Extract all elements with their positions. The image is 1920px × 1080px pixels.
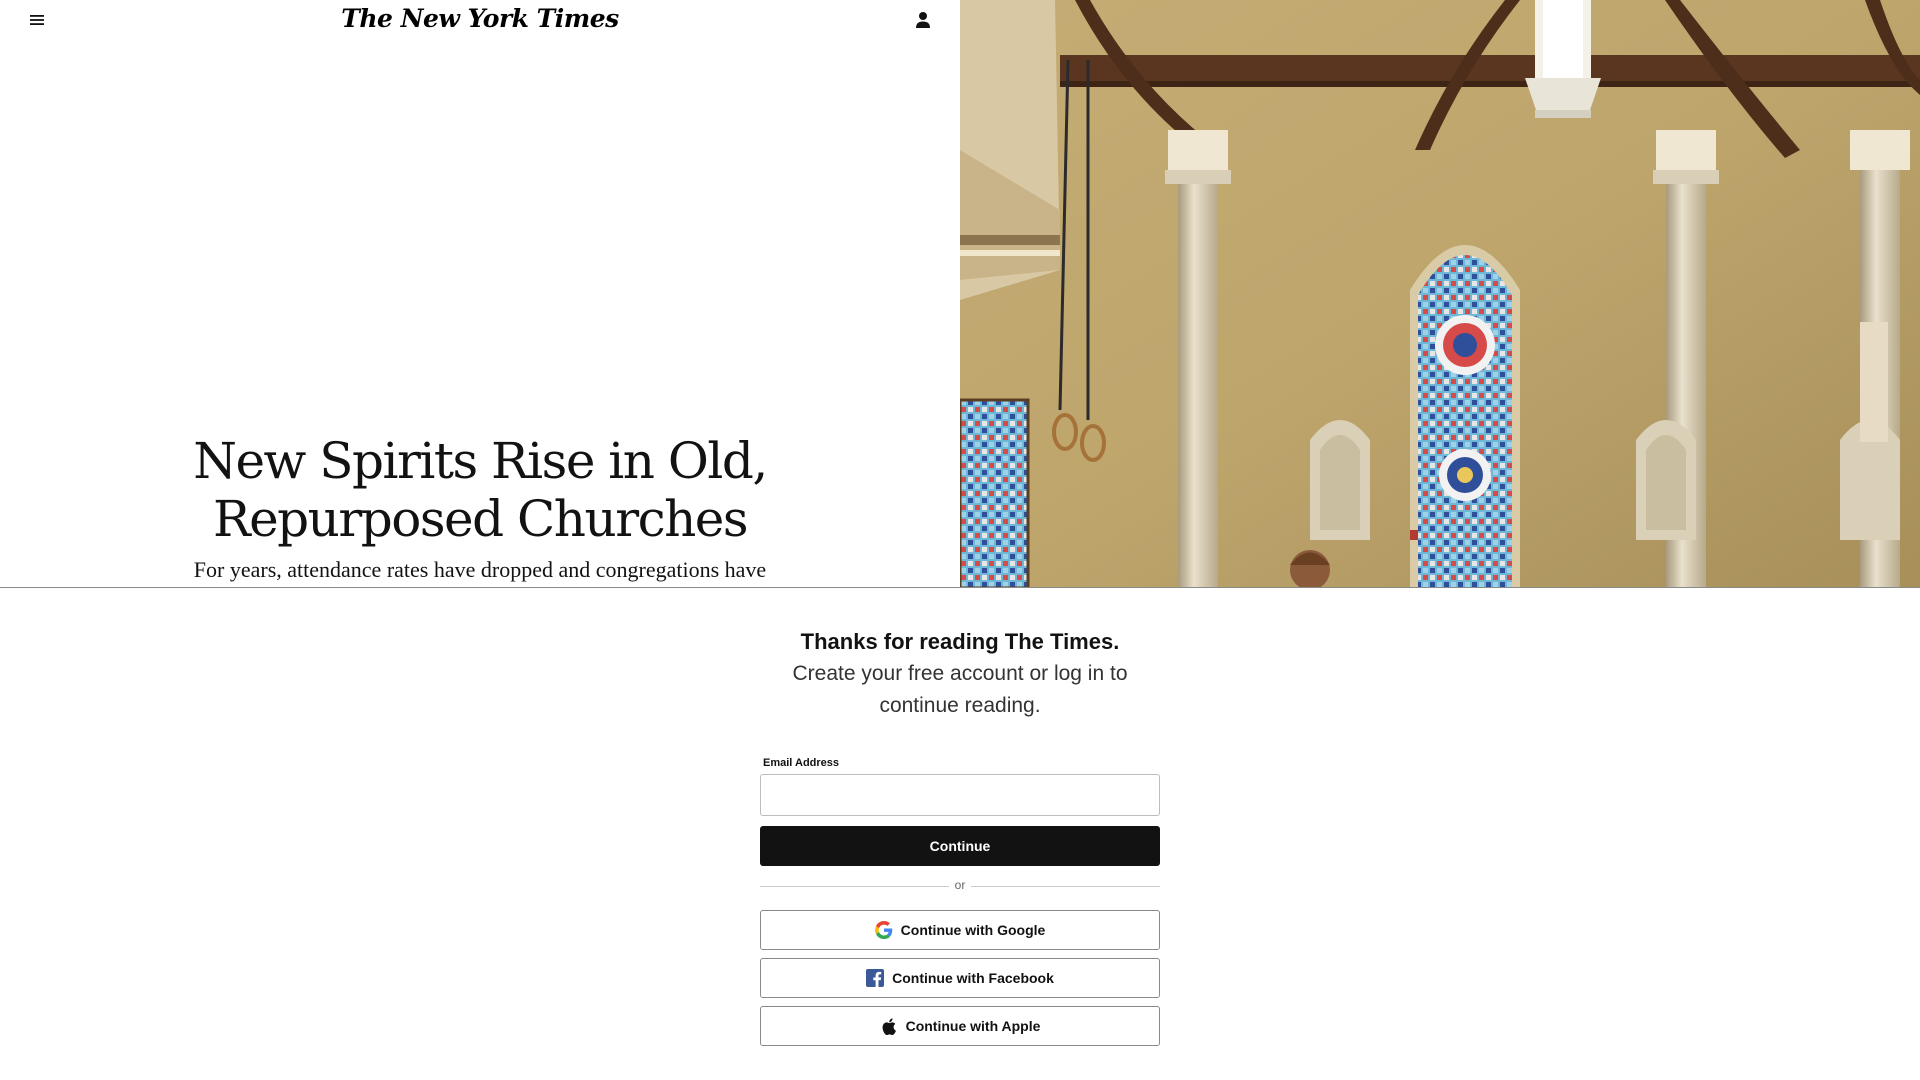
divider-line bbox=[971, 886, 1160, 887]
nyt-logo[interactable]: The New York Times bbox=[0, 4, 960, 33]
apple-icon bbox=[880, 1017, 898, 1035]
article-photo bbox=[960, 0, 1920, 587]
regwall-title: Thanks for reading The Times. bbox=[800, 629, 1120, 654]
apple-button-label: Continue with Apple bbox=[905, 1018, 1041, 1034]
or-text: or bbox=[954, 878, 966, 892]
regwall-subtitle: Create your free account or log in to co… bbox=[792, 662, 1128, 717]
account-button[interactable] bbox=[912, 8, 934, 32]
article-text-pane: The New York Times New Spirits Rise in O… bbox=[0, 0, 960, 587]
or-divider: or bbox=[760, 877, 1160, 897]
article-summary: For years, attendance rates have dropped… bbox=[193, 557, 767, 582]
user-account-icon bbox=[916, 12, 930, 28]
facebook-icon bbox=[866, 969, 885, 987]
article-header-section: The New York Times New Spirits Rise in O… bbox=[0, 0, 1920, 588]
google-icon bbox=[874, 921, 893, 939]
registration-wall: Thanks for reading The Times. Create you… bbox=[0, 589, 1920, 1080]
continue-button[interactable]: Continue bbox=[760, 826, 1160, 866]
article-headline: New Spirits Rise in Old, Repurposed Chur… bbox=[193, 432, 768, 548]
facebook-button-label: Continue with Facebook bbox=[892, 970, 1054, 986]
google-button-label: Continue with Google bbox=[900, 922, 1046, 938]
continue-with-google-button[interactable]: Continue with Google bbox=[760, 910, 1160, 950]
continue-with-apple-button[interactable]: Continue with Apple bbox=[760, 1006, 1160, 1046]
email-label: Email Address bbox=[763, 757, 840, 769]
email-field[interactable] bbox=[760, 774, 1160, 816]
continue-with-facebook-button[interactable]: Continue with Facebook bbox=[760, 958, 1160, 998]
church-interior-image bbox=[960, 0, 1920, 587]
